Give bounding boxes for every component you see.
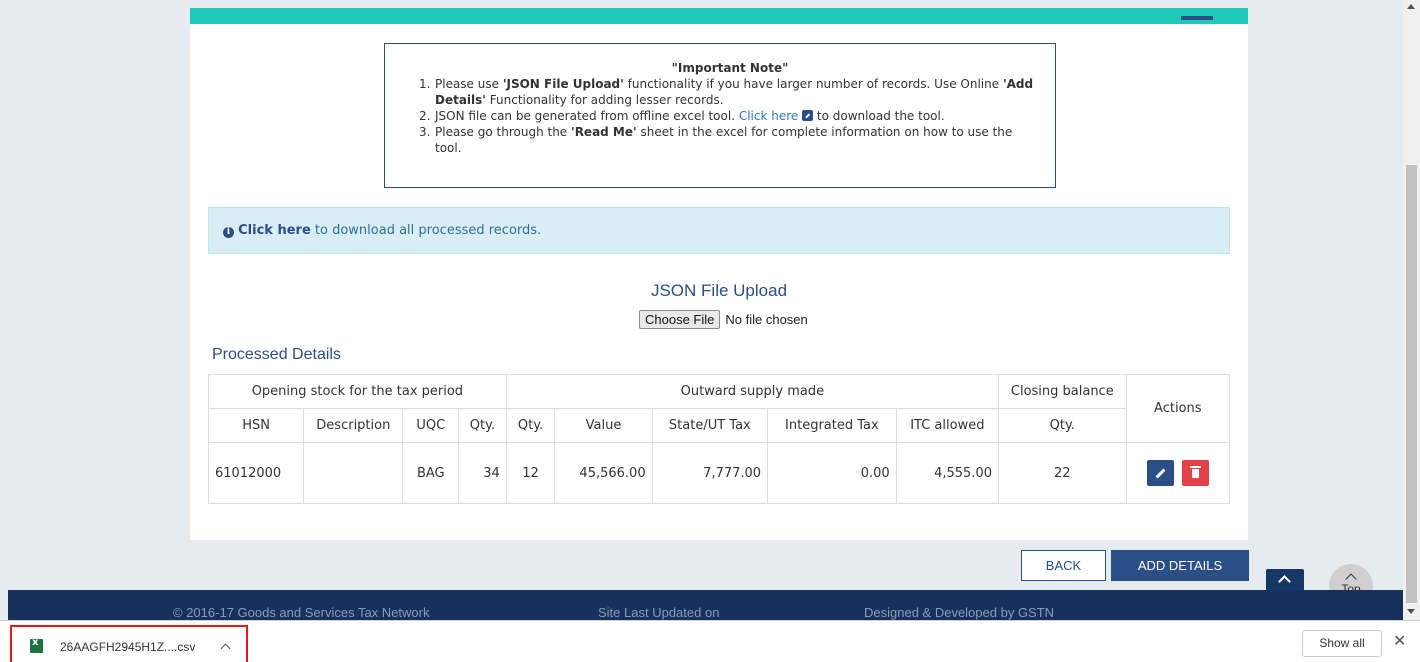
cell-value: 45,566.00	[554, 442, 653, 504]
cell-close-qty: 22	[997, 442, 1127, 504]
cell-itc: 4,555.00	[895, 442, 999, 504]
group-header-opening: Opening stock for the tax period	[208, 374, 507, 409]
note-text: Please use	[435, 77, 503, 91]
cell-hsn: 61012000	[207, 442, 305, 504]
group-header-closing: Closing balance	[997, 374, 1127, 409]
column-header: Qty.	[458, 408, 507, 443]
column-header: HSN	[207, 408, 305, 443]
footer-designed: Designed & Developed by GSTN	[864, 605, 1055, 620]
page-scrollbar[interactable]	[1403, 0, 1420, 620]
note-item-1: 1. Please use 'JSON File Upload' function…	[419, 76, 1041, 108]
trash-icon	[1189, 466, 1201, 478]
info-alert: i Click here to download all processed r…	[208, 207, 1230, 254]
table-column-header-row: HSN Description UQC Qty. Qty. Value Stat…	[207, 408, 1230, 443]
cell-state-tax: 7,777.00	[651, 442, 769, 504]
download-file-name[interactable]: 26AAGFH2945H1Z....csv	[60, 640, 195, 654]
column-header: ITC allowed	[895, 408, 999, 443]
choose-file-button[interactable]: Choose File	[639, 310, 721, 329]
excel-file-icon	[30, 637, 43, 653]
scroll-up-arrow-icon[interactable]	[1407, 4, 1415, 9]
offline-tool-link[interactable]: Click here	[739, 109, 798, 123]
cell-integrated-tax: 0.00	[767, 442, 897, 504]
note-text: Please go through the	[435, 125, 572, 139]
footer-copyright: © 2016-17 Goods and Services Tax Network	[173, 605, 430, 620]
important-note-box: "Important Note" 1. Please use 'JSON File…	[384, 43, 1056, 188]
column-header: UQC	[402, 408, 460, 443]
note-bold: 'JSON File Upload'	[502, 77, 624, 91]
note-title: "Important Note"	[671, 61, 789, 75]
delete-button[interactable]	[1181, 460, 1209, 486]
note-item-2: 2. JSON file can be generated from offlin…	[419, 108, 1041, 124]
cell-uqc: BAG	[402, 442, 460, 504]
table-group-header-row: Opening stock for the tax period Outward…	[208, 374, 1231, 443]
file-status: No file chosen	[725, 312, 808, 327]
note-text: Functionality for adding lesser records.	[485, 93, 724, 107]
processed-details-title: Processed Details	[212, 346, 341, 363]
card-top-bar	[190, 0, 1248, 24]
note-list: 1. Please use 'JSON File Upload' function…	[419, 76, 1041, 156]
external-link-icon[interactable]	[802, 110, 814, 121]
group-header-outward: Outward supply made	[505, 374, 999, 409]
cell-open-qty: 34	[458, 442, 507, 504]
download-processed-link[interactable]: Click here	[238, 223, 311, 238]
note-text: to download the tool.	[813, 109, 945, 123]
pencil-icon	[1155, 468, 1166, 479]
main-card: "Important Note" 1. Please use 'JSON File…	[190, 0, 1248, 540]
site-footer: © 2016-17 Goods and Services Tax Network…	[8, 590, 1403, 620]
cell-out-qty: 12	[505, 442, 556, 504]
edit-button[interactable]	[1146, 460, 1174, 486]
cell-actions	[1125, 442, 1231, 504]
chevron-up-icon[interactable]	[220, 643, 231, 654]
close-icon[interactable]: ✕	[1393, 631, 1406, 650]
column-header: Description	[303, 408, 404, 443]
scroll-down-arrow-icon[interactable]	[1407, 609, 1415, 614]
json-upload-title: JSON File Upload	[650, 281, 788, 300]
note-text: JSON file can be generated from offline …	[435, 109, 739, 123]
info-icon: i	[223, 227, 234, 238]
note-text: functionality if you have larger number …	[623, 77, 1003, 91]
group-header-actions: Actions	[1125, 374, 1231, 443]
cell-description	[303, 442, 404, 504]
show-all-button[interactable]: Show all	[1302, 630, 1382, 657]
info-text: to download all processed records.	[310, 223, 542, 238]
table-row: 61012000 BAG 34 12 45,566.00 7,777.00 0.…	[207, 442, 1231, 504]
download-bar: 26AAGFH2945H1Z....csv Show all ✕	[0, 620, 1420, 662]
note-num: 1.	[419, 77, 431, 91]
file-upload-control: Choose File No file chosen	[639, 310, 808, 329]
back-button[interactable]: BACK	[1021, 550, 1106, 581]
scroll-thumb[interactable]	[1406, 165, 1417, 603]
note-item-3: 3. Please go through the 'Read Me' sheet …	[419, 124, 1041, 156]
note-num: 3.	[419, 125, 431, 139]
processed-details-table: Opening stock for the tax period Outward…	[207, 374, 1231, 504]
note-bold: 'Read Me'	[571, 125, 637, 139]
top-bar-indicator	[1181, 16, 1213, 20]
footer-updated: Site Last Updated on	[598, 605, 720, 620]
note-num: 2.	[419, 109, 431, 123]
column-header: Integrated Tax	[767, 408, 897, 443]
column-header: Qty.	[997, 408, 1127, 443]
download-item[interactable]: 26AAGFH2945H1Z....csv	[10, 625, 248, 662]
add-details-button[interactable]: ADD DETAILS	[1111, 550, 1249, 581]
column-header: Qty.	[505, 408, 556, 443]
column-header: State/UT Tax	[651, 408, 769, 443]
scroll-up-button[interactable]	[1266, 569, 1304, 591]
column-header: Value	[554, 408, 653, 443]
